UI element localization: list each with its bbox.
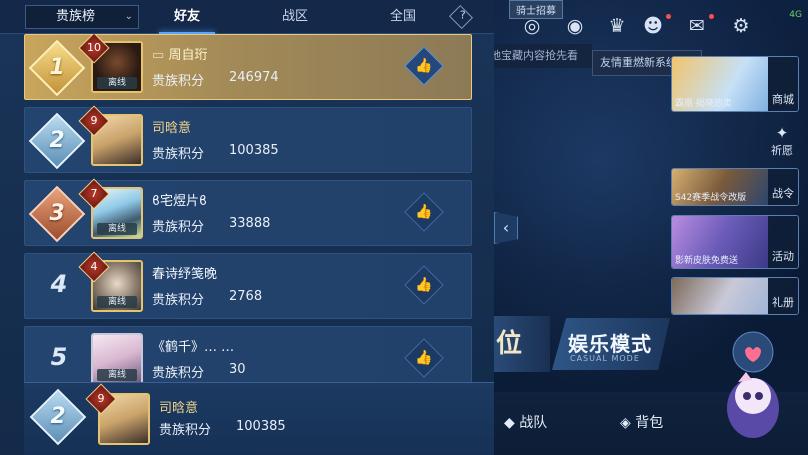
points-value: 2768 — [229, 289, 263, 304]
wish-icon: ✦ — [775, 124, 789, 142]
points-label: 贵族积分 — [152, 74, 205, 89]
offline-tag: 离线 — [97, 223, 137, 235]
gift-button[interactable]: 礼册 — [671, 277, 799, 315]
rank-number: 5 — [50, 343, 68, 371]
bag-icon: ◈ — [620, 415, 631, 431]
collapse-panel-button[interactable]: ‹ — [494, 212, 518, 244]
player-name: ▭ 周自珩 — [152, 48, 208, 63]
signal-indicator: 4G — [789, 10, 802, 20]
ranking-row[interactable]: 1 离线 10 ▭ 周自珩 贵族积分 246974 👍 — [24, 34, 472, 100]
event-button[interactable]: 影新皮肤免费送 活动 — [671, 215, 799, 269]
ranking-row[interactable]: 4 离线 4 春诗纾笺晚 贵族积分 2768 👍 — [24, 251, 472, 319]
event-caption: 影新皮肤免费送 — [675, 256, 739, 266]
ranked-mode-button[interactable]: 位 — [494, 316, 550, 372]
rank-badge: 3 — [28, 185, 86, 243]
points-value: 100385 — [236, 419, 286, 434]
rank-type-dropdown[interactable]: 贵族榜 ⌄ — [25, 5, 139, 29]
team-button[interactable]: ◆ 战队 — [504, 412, 547, 432]
rank-badge: 1 — [28, 39, 86, 97]
ranking-list[interactable]: 1 离线 10 ▭ 周自珩 贵族积分 246974 👍 2 9 司晗意 贵族积分… — [24, 34, 472, 382]
player-name: 司晗意 — [159, 401, 199, 416]
my-ranking-row: 2 9 司晗意 贵族积分 100385 — [24, 382, 494, 455]
points-value: 30 — [229, 362, 246, 377]
help-button[interactable]: ? — [448, 4, 474, 30]
gear-icon[interactable]: ⚙ — [729, 14, 753, 38]
mail-icon[interactable]: ✉ — [685, 14, 709, 38]
friends-badge — [666, 14, 671, 19]
thumbs-up-icon: 👍 — [415, 350, 433, 366]
gift-label: 礼册 — [768, 278, 798, 314]
notice-banner-left[interactable]: 地宝藏内容抢先看 — [482, 44, 592, 68]
points-label: 贵族积分 — [152, 147, 205, 162]
casual-mode-button[interactable]: 娱乐模式 CASUAL MODE — [552, 318, 670, 370]
trophy-icon[interactable]: ♛ — [605, 14, 629, 38]
player-name: 《鹤千》… … — [152, 340, 235, 355]
rank-number: 4 — [50, 270, 68, 298]
battle-pass-button[interactable]: S42赛季战令改版 战令 — [671, 168, 799, 206]
ranking-row[interactable]: 5 离线 《鹤千》… … 贵族积分 30 👍 — [24, 326, 472, 382]
rank-type-value: 贵族榜 — [56, 9, 96, 24]
ranking-row[interactable]: 2 9 司晗意 贵族积分 100385 — [24, 105, 472, 173]
like-button[interactable]: 👍 — [404, 46, 444, 86]
thumbs-up-icon: 👍 — [415, 204, 433, 220]
wish-button[interactable]: ✦ 祈愿 — [764, 124, 800, 158]
friends-icon[interactable]: ☻ — [641, 14, 665, 38]
points-label: 贵族积分 — [152, 293, 205, 308]
casual-mode-title: 娱乐模式 — [568, 332, 652, 356]
mascot-character[interactable] — [718, 330, 788, 450]
like-button[interactable]: 👍 — [404, 265, 444, 305]
eye-icon[interactable]: ◉ — [563, 14, 587, 38]
thumbs-up-icon: 👍 — [415, 58, 433, 74]
points-value: 100385 — [229, 143, 279, 158]
gift-art — [672, 278, 768, 314]
ranking-row[interactable]: 3 离线 7 ϐ宅煜片ϐ 贵族积分 33888 👍 — [24, 178, 472, 246]
live-tag[interactable]: 骑士招募 — [509, 0, 563, 19]
rank-badge: 2 — [28, 112, 86, 170]
player-name: ϐ宅煜片ϐ — [152, 194, 207, 209]
points-value: 33888 — [229, 216, 271, 231]
tab-region[interactable]: 战区 — [255, 0, 335, 34]
like-button[interactable]: 👍 — [404, 192, 444, 232]
points-label: 贵族积分 — [159, 423, 212, 438]
shop-button[interactable]: 霸凰·揭晓热卖 商城 — [671, 56, 799, 112]
points-label: 贵族积分 — [152, 220, 205, 235]
player-name: 春诗纾笺晚 — [152, 267, 218, 282]
points-value: 246974 — [229, 70, 279, 85]
team-icon: ◆ — [504, 415, 515, 431]
tab-bar: 贵族榜 ⌄ 好友 战区 全国 ? — [0, 0, 494, 34]
avatar[interactable]: 离线 — [91, 333, 143, 382]
noble-icon: ▭ — [152, 48, 165, 63]
help-icon: ? — [459, 8, 466, 22]
like-button[interactable]: 👍 — [404, 338, 444, 378]
player-name: 司晗意 — [152, 121, 192, 136]
mail-badge — [709, 14, 714, 19]
battle-pass-label: 战令 — [768, 169, 798, 205]
shop-caption: 霸凰·揭晓热卖 — [675, 99, 732, 109]
offline-tag: 离线 — [97, 77, 137, 89]
bag-button[interactable]: ◈ 背包 — [620, 412, 663, 432]
shop-label: 商城 — [768, 57, 798, 111]
chevron-down-icon: ⌄ — [124, 11, 133, 22]
tab-friends[interactable]: 好友 — [147, 0, 227, 34]
event-label: 活动 — [768, 216, 798, 268]
chevron-left-icon: ‹ — [502, 218, 510, 237]
rank-badge: 2 — [29, 388, 87, 446]
offline-tag: 离线 — [97, 369, 137, 381]
thumbs-up-icon: 👍 — [415, 277, 433, 293]
offline-tag: 离线 — [97, 296, 137, 308]
wish-label: 祈愿 — [771, 144, 793, 157]
casual-mode-subtitle: CASUAL MODE — [570, 354, 640, 363]
tab-national[interactable]: 全国 — [363, 0, 443, 34]
battle-pass-caption: S42赛季战令改版 — [675, 193, 747, 203]
points-label: 贵族积分 — [152, 366, 205, 381]
